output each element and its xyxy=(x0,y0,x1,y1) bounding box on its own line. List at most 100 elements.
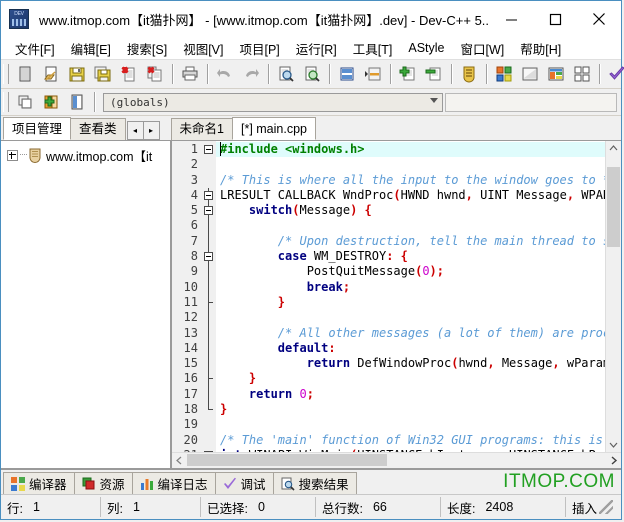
menu-run[interactable]: 运行[R] xyxy=(288,37,345,60)
line-number: 17 xyxy=(183,386,198,401)
print-icon[interactable] xyxy=(178,62,202,86)
code-token: hwnd xyxy=(458,356,488,371)
toolbar-grip[interactable] xyxy=(3,64,9,84)
scroll-down-icon[interactable] xyxy=(606,437,621,452)
fold-marker[interactable] xyxy=(202,142,216,157)
code-line[interactable]: PostQuitMessage(0); xyxy=(216,264,605,279)
secondary-combo[interactable] xyxy=(445,92,617,112)
fold-marker[interactable] xyxy=(202,249,216,265)
menu-help[interactable]: 帮助[H] xyxy=(512,37,569,60)
add-source-icon[interactable] xyxy=(39,90,63,114)
bottom-tab-resources[interactable]: 资源 xyxy=(73,472,133,494)
tab-class-browser[interactable]: 查看类 xyxy=(70,118,126,140)
scroll-right-icon[interactable] xyxy=(606,453,621,468)
code-token: , xyxy=(487,356,495,371)
remove-from-project-icon[interactable] xyxy=(422,62,446,86)
status-total-value: 66 xyxy=(372,500,387,514)
bottom-tab-label: 编译日志 xyxy=(157,478,208,492)
code-line[interactable] xyxy=(216,310,605,325)
watermark-text: ITMOP.COM xyxy=(503,470,615,492)
code-line[interactable]: case WM_DESTROY: { xyxy=(216,249,605,264)
editor-horizontal-scrollbar[interactable] xyxy=(172,452,621,468)
toolbar-grip-2[interactable] xyxy=(3,92,9,112)
save-icon[interactable] xyxy=(65,62,89,86)
new-project-icon[interactable] xyxy=(13,90,37,114)
debug-check-icon[interactable] xyxy=(605,62,624,86)
fold-marker[interactable] xyxy=(202,187,216,204)
compile-icon[interactable] xyxy=(492,62,516,86)
menu-project[interactable]: 项目[P] xyxy=(231,37,287,60)
code-line[interactable]: /* This is where all the input to the wi… xyxy=(216,173,605,188)
menu-tools[interactable]: 工具[T] xyxy=(345,37,401,60)
code-line[interactable] xyxy=(216,157,605,172)
main-toolbar xyxy=(1,60,624,89)
code-line[interactable]: } xyxy=(216,295,605,310)
code-line[interactable] xyxy=(216,218,605,233)
code-line[interactable]: return DefWindowProc(hwnd, Message, wPar… xyxy=(216,356,605,371)
bottom-tab-compiler[interactable]: 编译器 xyxy=(3,472,75,494)
scroll-up-icon[interactable] xyxy=(606,141,621,156)
close-all-icon[interactable] xyxy=(143,62,167,86)
tab-nav-next[interactable]: ▸ xyxy=(142,121,160,140)
project-options-icon[interactable] xyxy=(457,62,481,86)
tab-project-manager[interactable]: 项目管理 xyxy=(3,117,72,140)
new-file-icon[interactable] xyxy=(13,62,37,86)
menu-view[interactable]: 视图[V] xyxy=(175,37,231,60)
code-line[interactable]: /* Upon destruction, tell the main threa… xyxy=(216,234,605,249)
run-icon[interactable] xyxy=(518,62,542,86)
toggle-panel-icon[interactable] xyxy=(65,90,89,114)
code-line[interactable]: break; xyxy=(216,280,605,295)
code-line[interactable]: } xyxy=(216,371,605,386)
editor-vertical-scrollbar[interactable] xyxy=(605,141,621,452)
menu-file[interactable]: 文件[F] xyxy=(7,37,63,60)
minimize-button[interactable] xyxy=(489,1,533,37)
code-line[interactable]: LRESULT CALLBACK WndProc(HWND hwnd, UINT… xyxy=(216,188,605,203)
close-file-icon[interactable] xyxy=(117,62,141,86)
code-line[interactable]: } xyxy=(216,402,605,417)
vertical-scroll-thumb[interactable] xyxy=(607,167,620,247)
menu-window[interactable]: 窗口[W] xyxy=(453,37,513,60)
find-icon[interactable] xyxy=(274,62,298,86)
code-token: UINT Message xyxy=(472,187,567,202)
horizontal-scroll-thumb[interactable] xyxy=(187,454,387,466)
open-file-icon[interactable] xyxy=(39,62,63,86)
menu-search[interactable]: 搜索[S] xyxy=(119,37,175,60)
tree-item-project-root[interactable]: www.itmop.com【it xyxy=(1,141,170,165)
tab-nav-prev[interactable]: ◂ xyxy=(126,121,144,140)
goto-function-icon[interactable] xyxy=(361,62,385,86)
save-all-icon[interactable] xyxy=(91,62,115,86)
bottom-tab-search-results[interactable]: 搜索结果 xyxy=(272,472,357,494)
code-token: ( xyxy=(292,203,300,218)
menu-edit[interactable]: 编辑[E] xyxy=(63,37,119,60)
bottom-tab-compile-log[interactable]: 编译日志 xyxy=(131,472,216,494)
status-selected-label: 已选择: xyxy=(207,501,248,516)
compile-run-icon[interactable] xyxy=(544,62,568,86)
maximize-button[interactable] xyxy=(533,1,577,37)
status-length-value: 2408 xyxy=(485,500,514,514)
expand-icon[interactable] xyxy=(7,149,18,161)
code-text-area[interactable]: #include <windows.h> /* This is where al… xyxy=(216,141,605,452)
tab-untitled1[interactable]: 未命名1 xyxy=(170,118,233,140)
code-line[interactable]: #include <windows.h> xyxy=(216,142,605,158)
code-line[interactable]: switch(Message) { xyxy=(216,203,605,218)
close-button[interactable] xyxy=(577,1,621,37)
replace-icon[interactable] xyxy=(300,62,324,86)
code-line[interactable]: /* The 'main' function of Win32 GUI prog… xyxy=(216,433,605,448)
code-token: /* All other messages (a lot of them) ar… xyxy=(277,325,605,340)
scroll-left-icon[interactable] xyxy=(172,453,187,468)
code-line[interactable]: default: xyxy=(216,341,605,356)
rebuild-all-icon[interactable] xyxy=(570,62,594,86)
code-line[interactable] xyxy=(216,417,605,432)
menu-astyle[interactable]: AStyle xyxy=(400,39,452,57)
code-line[interactable]: return 0; xyxy=(216,387,605,402)
fold-column[interactable] xyxy=(202,141,216,452)
code-line[interactable]: /* All other messages (a lot of them) ar… xyxy=(216,326,605,341)
class-browser-combo[interactable]: (globals) xyxy=(103,92,443,112)
fold-marker[interactable] xyxy=(202,203,216,219)
bottom-tab-debug[interactable]: 调试 xyxy=(214,472,274,494)
add-to-project-icon[interactable] xyxy=(396,62,420,86)
tab-main-cpp[interactable]: [*] main.cpp xyxy=(231,117,316,140)
goto-line-icon[interactable] xyxy=(335,62,359,86)
resize-grip[interactable] xyxy=(599,500,613,514)
